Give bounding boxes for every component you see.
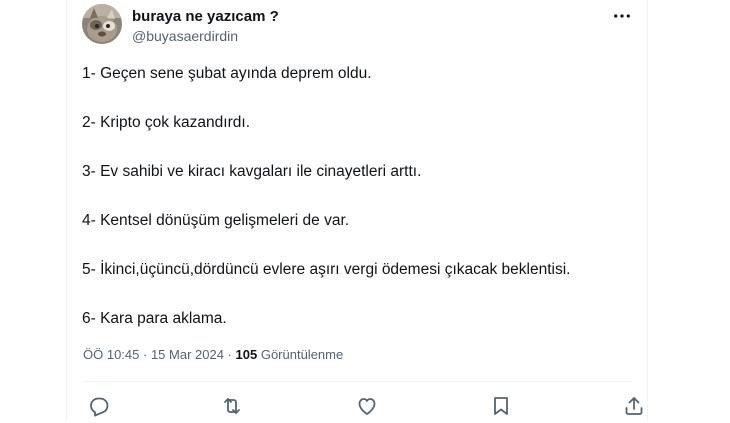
meta-separator-2: · xyxy=(223,347,236,362)
author-display-name[interactable]: buraya ne yazıcam ? xyxy=(132,8,279,25)
more-options-button[interactable] xyxy=(609,6,635,26)
share-icon xyxy=(625,397,643,415)
views-count: 105 xyxy=(235,347,258,362)
more-dots-icon xyxy=(614,14,630,18)
share-button[interactable] xyxy=(622,394,646,418)
views-label: Görüntülenme xyxy=(260,347,344,362)
tweet-timestamp[interactable]: ÖÖ 10:45 · 15 Mar 2024 xyxy=(83,347,224,362)
author-handle[interactable]: @buyasaerdirdin xyxy=(132,28,238,44)
tweet-line-6: 6- Kara para aklama. xyxy=(82,310,227,327)
tweet-meta: ÖÖ 10:45 · 15 Mar 2024 · 105 Görüntülenm… xyxy=(83,346,343,364)
tweet-card: buraya ne yazıcam ? @buyasaerdirdin 1- G… xyxy=(66,0,648,420)
tweet-text: 1- Geçen sene şubat ayında deprem oldu. … xyxy=(82,62,642,356)
retweet-button[interactable] xyxy=(220,394,244,418)
meta-separator-1: · xyxy=(139,347,151,362)
retweet-icon xyxy=(224,398,240,414)
heart-icon xyxy=(358,398,376,415)
bookmark-button[interactable] xyxy=(489,394,513,418)
bookmark-icon xyxy=(494,397,508,415)
avatar[interactable] xyxy=(82,4,122,44)
tweet-line-5: 5- İkinci,üçüncü,dördüncü evlere aşırı v… xyxy=(82,261,571,278)
tweet-line-3: 3- Ev sahibi ve kiracı kavgaları ile cin… xyxy=(82,163,422,180)
action-bar xyxy=(67,388,647,420)
reply-button[interactable] xyxy=(87,394,111,418)
tweet-line-2: 2- Kripto çok kazandırdı. xyxy=(82,114,250,131)
tweet-line-4: 4- Kentsel dönüşüm gelişmeleri de var. xyxy=(82,212,350,229)
avatar-cat-image xyxy=(82,4,122,44)
tweet-time: ÖÖ 10:45 xyxy=(83,347,140,362)
divider xyxy=(82,381,632,382)
reply-icon xyxy=(90,397,109,417)
like-button[interactable] xyxy=(355,394,379,418)
tweet-line-1: 1- Geçen sene şubat ayında deprem oldu. xyxy=(82,65,372,82)
tweet-date: 15 Mar 2024 xyxy=(150,347,224,362)
